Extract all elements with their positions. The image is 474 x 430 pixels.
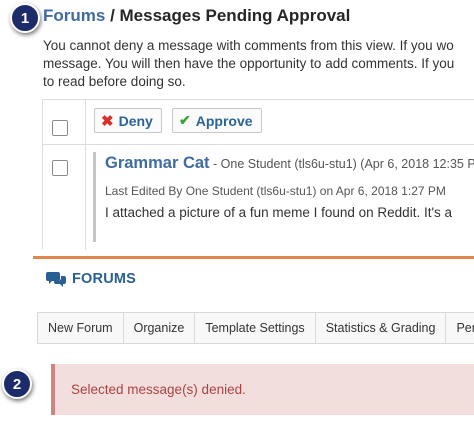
toolbar-pending[interactable]: Pendi [446,313,474,343]
message-meta: - One Student (tls6u-stu1) (Apr 6, 2018 … [209,157,474,171]
message-edited-info: Last Edited By One Student (tls6u-stu1) … [105,184,446,198]
message-checkbox[interactable] [52,160,68,176]
section-separator [33,256,474,259]
breadcrumb-separator: / [105,6,120,25]
forums-toolbar: New Forum Organize Template Settings Sta… [37,312,474,344]
step-marker-1: 1 [10,3,40,33]
message-body: I attached a picture of a fun meme I fou… [105,205,453,220]
approve-button[interactable]: ✔ Approve [172,108,262,133]
page-title: Messages Pending Approval [119,6,351,25]
alert-message: Selected message(s) denied. [71,382,246,397]
check-icon: ✔ [179,112,191,128]
message-row: Grammar Cat - One Student (tls6u-stu1) (… [93,152,474,242]
forums-section-title: FORUMS [46,271,136,287]
deny-label: Deny [118,112,153,129]
toolbar-statistics-grading[interactable]: Statistics & Grading [316,313,447,343]
page: 1 Forums / Messages Pending Approval You… [0,0,474,430]
approve-label: Approve [195,112,253,129]
pending-messages-table: ✖ Deny ✔ Approve Grammar Cat - One Stude… [42,99,474,250]
step-marker-2: 2 [2,369,32,399]
column-divider [85,100,86,250]
chat-bubbles-icon [46,272,66,287]
intro-text: You cannot deny a message with comments … [43,37,474,91]
intro-line-3: to read before doing so. [43,74,186,89]
x-icon: ✖ [101,112,114,130]
table-header-row: ✖ Deny ✔ Approve [43,100,474,145]
forums-title-label: FORUMS [72,271,137,287]
forums-breadcrumb-link[interactable]: Forums [43,6,105,25]
intro-line-1: You cannot deny a message with comments … [43,38,454,53]
message-title-link[interactable]: Grammar Cat [105,154,210,172]
toolbar-template-settings[interactable]: Template Settings [195,313,316,343]
select-all-checkbox[interactable] [52,120,68,136]
page-heading: Forums / Messages Pending Approval [43,6,350,26]
status-alert: Selected message(s) denied. [51,364,474,415]
message-header: Grammar Cat - One Student (tls6u-stu1) (… [105,154,474,173]
deny-button[interactable]: ✖ Deny [94,108,162,133]
toolbar-new-forum[interactable]: New Forum [38,313,124,343]
toolbar-organize[interactable]: Organize [124,313,196,343]
intro-line-2: message. You will then have the opportun… [43,56,455,71]
